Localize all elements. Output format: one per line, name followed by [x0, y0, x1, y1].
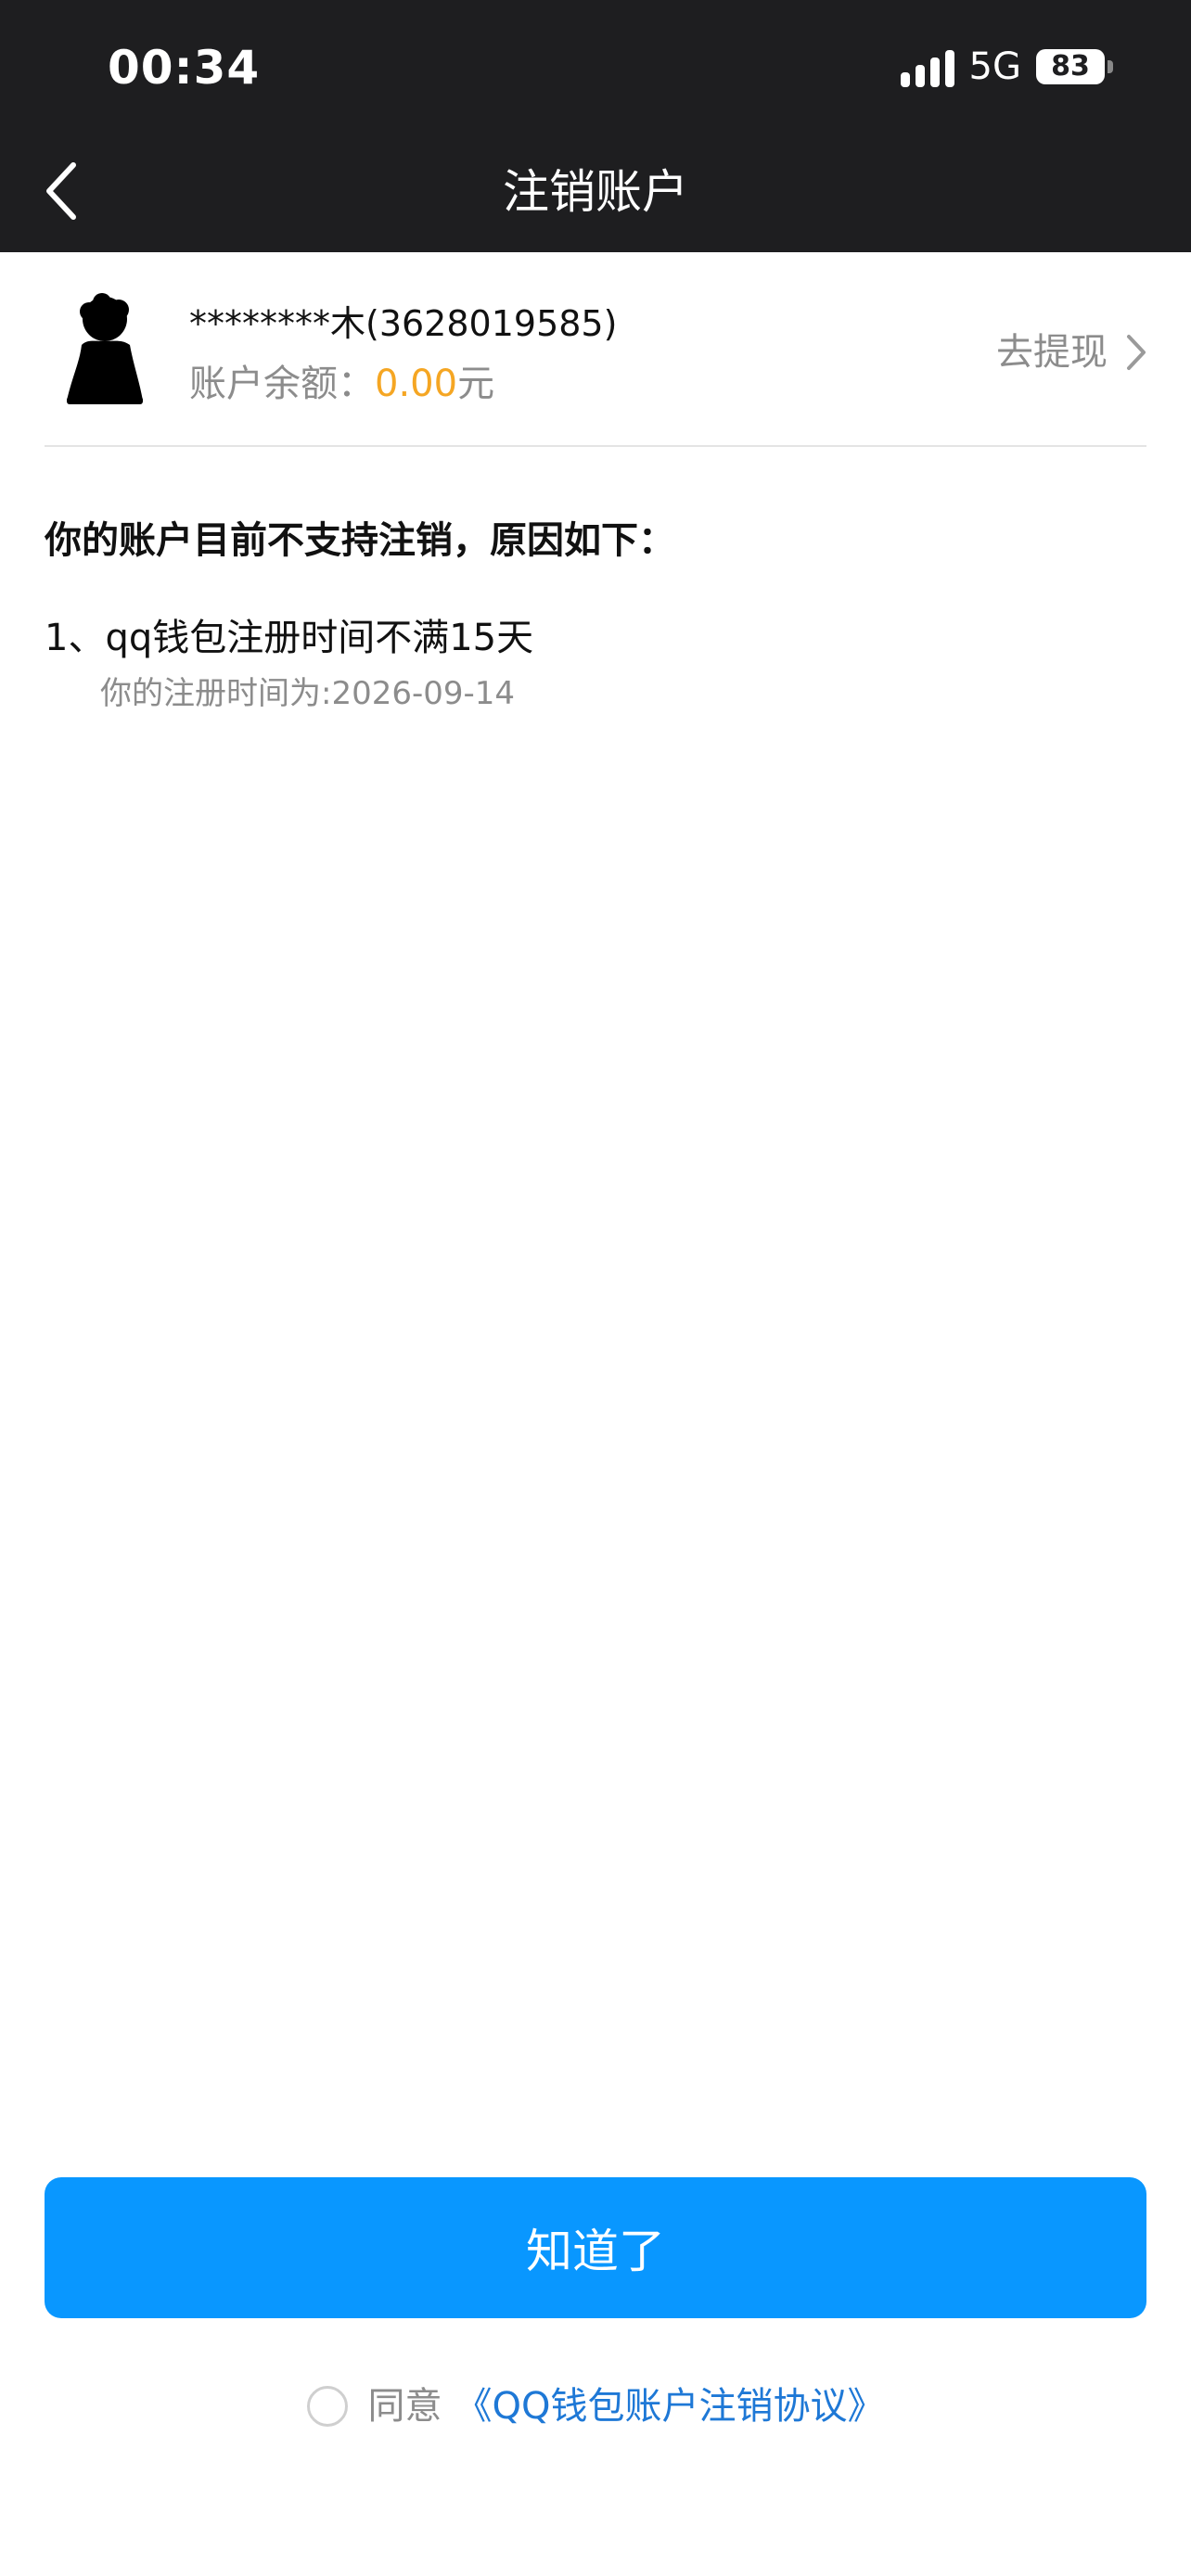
balance-label: 账户余额： — [189, 363, 375, 405]
battery-level: 83 — [1036, 49, 1105, 84]
avatar — [54, 287, 156, 408]
agree-checkbox[interactable] — [306, 2386, 348, 2427]
account-row: ********木(3628019585) 账户余额：0.00元 去提现 — [45, 252, 1146, 447]
signal-icon — [900, 46, 954, 87]
reason-heading: 你的账户目前不支持注销，原因如下： — [45, 519, 675, 562]
battery-icon: 83 — [1036, 49, 1113, 84]
page-title: 注销账户 — [503, 165, 688, 219]
account-name: ********木(3628019585) — [189, 303, 618, 344]
battery-tip — [1108, 60, 1113, 73]
status-time: 00:34 — [108, 41, 261, 95]
confirm-button[interactable]: 知道了 — [45, 2177, 1146, 2318]
reason-item-detail: 你的注册时间为:2026-09-14 — [100, 675, 516, 712]
balance-unit: 元 — [457, 363, 495, 405]
network-type: 5G — [968, 45, 1021, 88]
reason-item-title: 1、qq钱包注册时间不满15天 — [45, 617, 534, 659]
withdraw-link[interactable]: 去提现 — [996, 326, 1146, 378]
agree-text: 同意 — [367, 2385, 442, 2428]
balance-amount: 0.00 — [375, 363, 458, 405]
agreement-link[interactable]: 《QQ钱包账户注销协议》 — [455, 2380, 885, 2432]
avatar-silhouette-icon — [67, 293, 143, 404]
status-indicators: 5G 83 — [900, 41, 1113, 93]
withdraw-label: 去提现 — [996, 331, 1108, 374]
chevron-right-icon — [1127, 335, 1146, 370]
agreement: 同意 《QQ钱包账户注销协议》 — [0, 2374, 1191, 2439]
header: 00:34 5G 83 注销账户 — [0, 0, 1191, 252]
account-balance: 账户余额：0.00元 — [189, 360, 494, 408]
